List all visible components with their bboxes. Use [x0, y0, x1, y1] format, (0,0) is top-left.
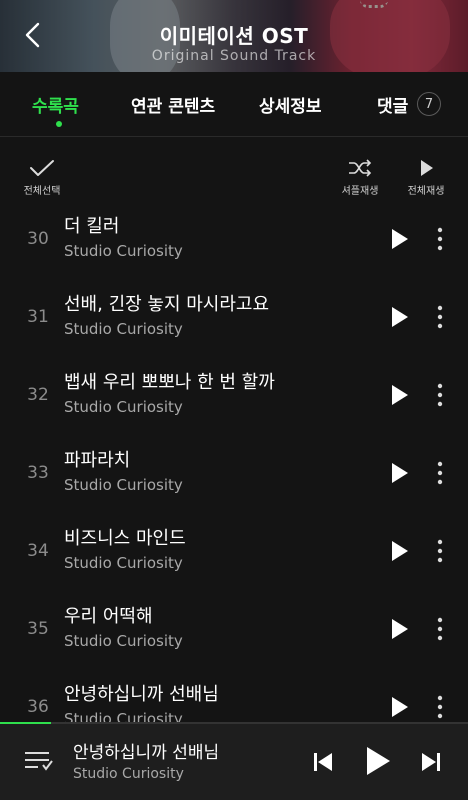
more-vertical-icon[interactable] — [430, 537, 450, 565]
track-row[interactable]: 34 비즈니스 마인드 Studio Curiosity — [0, 517, 468, 595]
track-artist: Studio Curiosity — [64, 320, 183, 338]
track-list: 30 더 킬러 Studio Curiosity 31 선배, 긴장 놓지 마시… — [0, 205, 468, 722]
now-playing-title: 안녕하십니까 선배님 — [73, 743, 220, 763]
play-icon[interactable] — [390, 695, 410, 719]
track-row[interactable]: 35 우리 어떡해 Studio Curiosity — [0, 595, 468, 673]
select-all-button[interactable]: 전체선택 — [18, 158, 66, 197]
shuffle-icon — [349, 159, 372, 177]
track-artist: Studio Curiosity — [64, 710, 183, 722]
track-title: 안녕하십니까 선배님 — [64, 684, 219, 705]
track-row[interactable]: 33 파파라치 Studio Curiosity — [0, 439, 468, 517]
track-row[interactable]: 31 선배, 긴장 놓지 마시라고요 Studio Curiosity — [0, 283, 468, 361]
skip-next-icon[interactable] — [420, 750, 442, 774]
track-artist: Studio Curiosity — [64, 398, 183, 416]
playlist-icon[interactable] — [22, 746, 54, 776]
tab-details[interactable]: 상세정보 — [259, 92, 322, 117]
tab-comments[interactable]: 댓글 — [377, 92, 408, 117]
track-row[interactable]: 30 더 킬러 Studio Curiosity — [0, 205, 468, 283]
select-all-label: 전체선택 — [23, 186, 61, 197]
track-title: 우리 어떡해 — [64, 606, 153, 627]
more-vertical-icon[interactable] — [430, 225, 450, 253]
active-tab-indicator — [56, 121, 62, 127]
track-number: 31 — [27, 307, 49, 327]
more-vertical-icon[interactable] — [430, 459, 450, 487]
album-subtitle: Original Sound Track — [151, 48, 317, 64]
track-artist: Studio Curiosity — [64, 476, 183, 494]
track-title: 파파라치 — [64, 450, 131, 471]
track-title: 더 킬러 — [64, 216, 120, 237]
shuffle-play-button[interactable]: 셔플재생 — [336, 158, 384, 197]
mini-player[interactable]: 안녕하십니까 선배님 Studio Curiosity — [0, 722, 468, 800]
album-header: 이미테이션 OST Original Sound Track — [0, 0, 468, 72]
more-vertical-icon[interactable] — [430, 303, 450, 331]
track-number: 33 — [27, 463, 49, 483]
play-all-button[interactable]: 전체재생 — [402, 158, 450, 197]
track-number: 32 — [27, 385, 49, 405]
track-row[interactable]: 36 안녕하십니까 선배님 Studio Curiosity — [0, 673, 468, 722]
progress-fill — [0, 722, 52, 724]
track-number: 35 — [27, 619, 49, 639]
track-number: 36 — [27, 697, 49, 717]
play-icon[interactable] — [390, 227, 410, 251]
play-icon[interactable] — [390, 383, 410, 407]
track-title: 선배, 긴장 놓지 마시라고요 — [64, 294, 270, 315]
play-all-label: 전체재생 — [407, 186, 445, 197]
track-title: 비즈니스 마인드 — [64, 528, 186, 549]
progress-bar[interactable] — [0, 722, 468, 724]
more-vertical-icon[interactable] — [430, 381, 450, 409]
comment-count-badge: 7 — [417, 92, 441, 116]
tab-tracks[interactable]: 수록곡 — [32, 92, 79, 117]
now-playing-artist: Studio Curiosity — [73, 766, 184, 782]
play-icon[interactable] — [390, 539, 410, 563]
skip-previous-icon[interactable] — [312, 750, 334, 774]
checkmark-icon — [30, 160, 54, 176]
play-icon[interactable] — [364, 744, 392, 778]
tab-bar: 수록곡 연관 콘텐츠 상세정보 댓글 — [0, 72, 468, 136]
shuffle-play-label: 셔플재생 — [341, 186, 379, 197]
track-row[interactable]: 32 뱁새 우리 뽀뽀나 한 번 할까 Studio Curiosity — [0, 361, 468, 439]
play-icon[interactable] — [390, 305, 410, 329]
album-title: 이미테이션 OST — [159, 24, 309, 48]
play-icon[interactable] — [390, 461, 410, 485]
play-icon[interactable] — [390, 617, 410, 641]
tab-related-content[interactable]: 연관 콘텐츠 — [131, 92, 215, 117]
track-artist: Studio Curiosity — [64, 242, 183, 260]
track-number: 34 — [27, 541, 49, 561]
play-icon — [421, 160, 433, 176]
track-artist: Studio Curiosity — [64, 632, 183, 650]
tabs-divider — [0, 136, 468, 137]
track-artist: Studio Curiosity — [64, 554, 183, 572]
track-number: 30 — [27, 229, 49, 249]
track-title: 뱁새 우리 뽀뽀나 한 번 할까 — [64, 372, 275, 393]
more-vertical-icon[interactable] — [430, 615, 450, 643]
more-vertical-icon[interactable] — [430, 693, 450, 721]
